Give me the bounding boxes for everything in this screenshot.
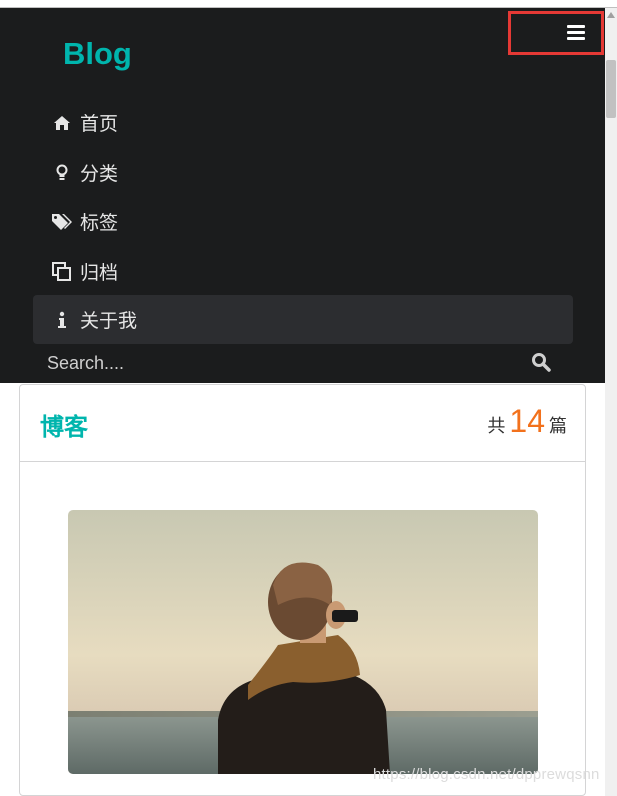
page: Blog 首页 分类 标签 归档 关于我 Search.... 博客 共 14 … [0, 0, 617, 796]
clone-icon [51, 261, 73, 283]
nav-item-label: 归档 [80, 262, 119, 284]
scrollbar-thumb[interactable] [606, 60, 616, 118]
count-prefix: 共 [487, 416, 506, 437]
nav-item-label: 关于我 [80, 310, 138, 332]
nav-item-home[interactable]: 首页 [33, 98, 573, 147]
info-icon [51, 309, 73, 331]
scrollbar-track[interactable] [605, 8, 617, 796]
card-header: 博客 共 14 篇 [20, 385, 585, 462]
nav-item-about[interactable]: 关于我 [33, 295, 573, 344]
search-icon[interactable] [531, 352, 551, 376]
nav-item-label: 首页 [80, 113, 119, 135]
home-icon [51, 112, 73, 134]
tags-icon [51, 211, 73, 233]
window-top-border [0, 0, 617, 8]
hamburger-menu-icon[interactable] [567, 25, 585, 41]
card-title: 博客 [40, 413, 88, 441]
blog-cover-image[interactable] [68, 510, 538, 774]
nav-item-category[interactable]: 分类 [33, 148, 573, 197]
brand-logo[interactable]: Blog [63, 36, 132, 72]
blog-count: 共 14 篇 [487, 403, 567, 440]
search-placeholder: Search.... [47, 352, 125, 373]
nav-item-tags[interactable]: 标签 [33, 197, 573, 246]
blog-card: 博客 共 14 篇 [19, 384, 586, 796]
watermark: https://blog.csdn.net/dpprewqsnn [373, 766, 600, 783]
search-input[interactable]: Search.... [33, 348, 573, 378]
navbar: Blog 首页 分类 标签 归档 关于我 Search.... [0, 8, 605, 383]
count-value: 14 [509, 403, 545, 439]
lightbulb-icon [51, 162, 73, 184]
menu-toggle-button[interactable] [508, 11, 604, 55]
nav-item-archive[interactable]: 归档 [33, 247, 573, 296]
scroll-up-arrow-icon[interactable] [607, 12, 615, 18]
nav-item-label: 分类 [80, 163, 119, 185]
count-suffix: 篇 [549, 416, 567, 437]
nav-item-label: 标签 [80, 212, 119, 234]
